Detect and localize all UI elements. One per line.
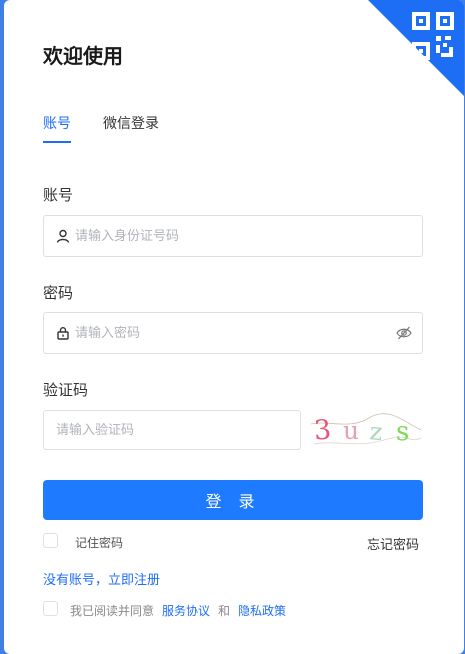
- account-label: 账号: [43, 186, 74, 204]
- captcha-char: 3: [313, 414, 332, 446]
- user-icon: [56, 229, 70, 243]
- captcha-char: z: [368, 417, 384, 446]
- captcha-input[interactable]: [44, 411, 300, 449]
- lock-icon: [57, 327, 69, 340]
- register-link[interactable]: 没有账号，立即注册: [43, 569, 160, 588]
- privacy-policy-link[interactable]: 隐私政策: [238, 602, 286, 619]
- page-title: 欢迎使用: [43, 44, 123, 68]
- password-input[interactable]: [75, 313, 396, 353]
- remember-password-label: 记住密码: [75, 536, 124, 550]
- captcha-label: 验证码: [43, 381, 89, 399]
- agreement-checkbox[interactable]: [43, 601, 58, 616]
- service-agreement-link[interactable]: 服务协议: [162, 602, 210, 619]
- active-tab-indicator: [43, 141, 71, 143]
- qr-code-icon[interactable]: [411, 11, 457, 63]
- agreement-text: 我已阅读并同意: [70, 604, 155, 618]
- captcha-field[interactable]: [43, 410, 301, 450]
- account-input[interactable]: [75, 216, 422, 256]
- remember-password-checkbox[interactable]: [43, 533, 58, 548]
- account-field[interactable]: [43, 215, 423, 257]
- password-field[interactable]: [43, 312, 423, 354]
- captcha-char: s: [396, 417, 409, 447]
- forgot-password-link[interactable]: 忘记密码: [367, 534, 419, 553]
- tab-account[interactable]: 账号: [43, 113, 71, 133]
- captcha-image[interactable]: 3 u z s: [309, 410, 423, 450]
- tab-wechat-login[interactable]: 微信登录: [103, 113, 159, 133]
- login-card: 欢迎使用 账号 微信登录 账号 密码 验证码 3 u z s: [4, 0, 464, 654]
- captcha-char: u: [343, 416, 359, 445]
- agreement-and: 和: [218, 604, 231, 618]
- eye-off-icon[interactable]: [396, 325, 412, 341]
- login-button[interactable]: 登 录: [43, 480, 423, 520]
- password-label: 密码: [43, 284, 74, 302]
